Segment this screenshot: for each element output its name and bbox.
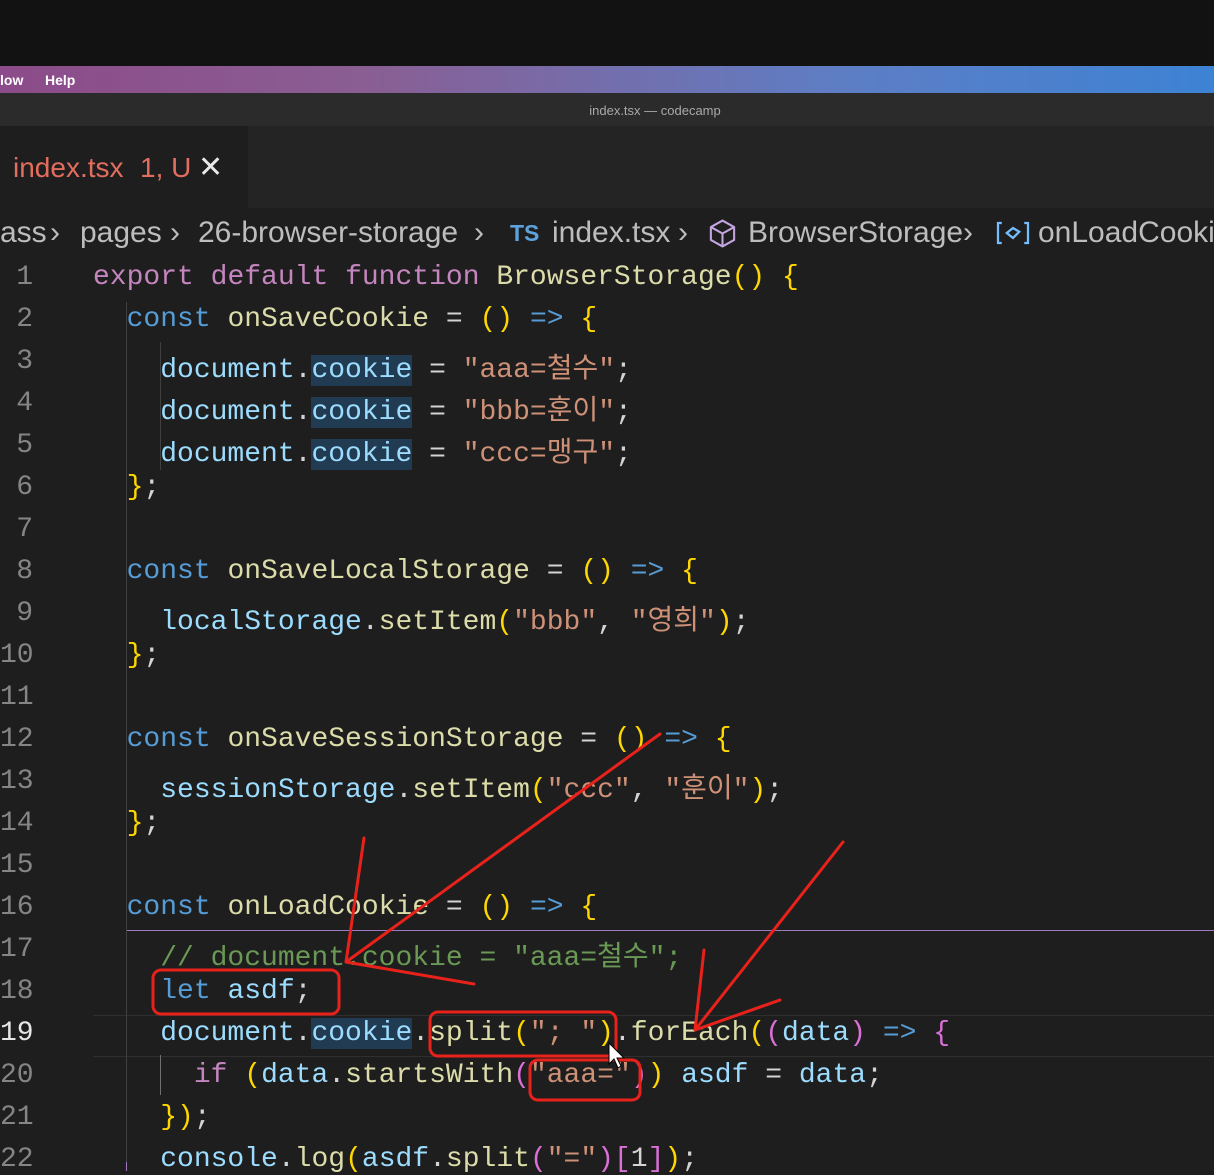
breadcrumb: ass › pages › 26-browser-storage › TS in… <box>0 208 1214 260</box>
breadcrumb-item-function[interactable]: BrowserStorage <box>748 216 963 250</box>
chevron-right-icon: › <box>678 216 688 249</box>
code-line[interactable]: document.cookie = "bbb=훈이"; <box>93 388 632 428</box>
breadcrumb-item-folder[interactable]: 26-browser-storage <box>198 216 458 250</box>
line-number: 9 <box>16 598 33 629</box>
line-number: 8 <box>16 556 33 587</box>
code-line[interactable]: if (data.startsWith("aaa=")) asdf = data… <box>93 1060 883 1091</box>
line-number-active: 19 <box>0 1018 34 1049</box>
typescript-file-icon: TS <box>510 220 540 246</box>
code-line[interactable]: export default function BrowserStorage()… <box>93 262 799 293</box>
tab-status-badge: 1, U <box>140 152 192 183</box>
breadcrumb-item-pages[interactable]: pages <box>80 216 162 250</box>
window-title: index.tsx — codecamp <box>589 103 721 118</box>
line-number: 3 <box>16 346 33 377</box>
code-line[interactable]: const onLoadCookie = () => { <box>93 892 598 923</box>
line-number: 2 <box>16 304 33 335</box>
line-number: 4 <box>16 388 33 419</box>
chevron-right-icon: › <box>50 216 60 249</box>
code-line[interactable]: sessionStorage.setItem("ccc", "훈이"); <box>93 766 783 806</box>
code-line[interactable]: const onSaveLocalStorage = () => { <box>93 556 698 587</box>
breadcrumb-item-variable[interactable]: onLoadCooki <box>1038 216 1214 250</box>
code-line[interactable]: const onSaveCookie = () => { <box>93 304 598 335</box>
line-number: 21 <box>0 1102 34 1133</box>
code-line[interactable]: document.cookie = "ccc=맹구"; <box>93 430 632 470</box>
code-editor[interactable]: 1 2 3 4 5 6 7 8 9 10 11 12 13 14 15 16 1… <box>0 260 1214 1175</box>
line-number: 14 <box>0 808 34 839</box>
close-icon[interactable]: ✕ <box>198 150 223 185</box>
cube-icon <box>707 218 738 257</box>
title-bar: index.tsx — codecamp <box>0 93 1214 126</box>
tab-file-name: index.tsx <box>13 152 124 183</box>
chevron-right-icon: › <box>474 216 484 249</box>
line-number: 1 <box>16 262 33 293</box>
field-icon <box>995 218 1031 256</box>
tab-bar: index.tsx 1, U ✕ <box>0 126 1214 208</box>
tab-index-tsx[interactable]: index.tsx 1, U ✕ <box>0 126 248 208</box>
code-line[interactable]: // document.cookie = "aaa=철수"; <box>93 934 682 974</box>
code-line[interactable]: }); <box>93 1102 210 1133</box>
line-number: 5 <box>16 430 33 461</box>
chevron-right-icon: › <box>170 216 180 249</box>
code-line[interactable]: let asdf; <box>93 976 311 1007</box>
line-number: 20 <box>0 1060 34 1091</box>
top-black-bar <box>0 0 1214 66</box>
line-number: 7 <box>16 514 33 545</box>
line-number: 17 <box>0 934 34 965</box>
code-line[interactable]: console.log(asdf.split("=")[1]); <box>93 1144 698 1175</box>
line-number: 16 <box>0 892 34 923</box>
line-number: 12 <box>0 724 34 755</box>
breadcrumb-item-class[interactable]: ass <box>0 216 47 250</box>
code-line[interactable]: }; <box>93 640 161 671</box>
chevron-right-icon: › <box>963 216 973 249</box>
line-number: 22 <box>0 1144 34 1175</box>
code-line[interactable]: }; <box>93 808 161 839</box>
code-line[interactable]: localStorage.setItem("bbb", "영희"); <box>93 598 749 638</box>
line-number: 6 <box>16 472 33 503</box>
line-number: 13 <box>0 766 34 797</box>
line-number: 11 <box>0 682 34 713</box>
code-line[interactable]: document.cookie.split("; ").forEach((dat… <box>93 1018 950 1049</box>
line-number: 15 <box>0 850 34 881</box>
code-line[interactable]: document.cookie = "aaa=철수"; <box>93 346 632 386</box>
code-line[interactable]: }; <box>93 472 161 503</box>
menu-item-help[interactable]: Help <box>45 72 75 88</box>
line-number: 18 <box>0 976 34 1007</box>
menu-item-window[interactable]: low <box>0 72 23 88</box>
breadcrumb-item-file[interactable]: index.tsx <box>552 216 670 250</box>
code-line[interactable]: const onSaveSessionStorage = () => { <box>93 724 732 755</box>
line-number: 10 <box>0 640 34 671</box>
menu-bar: low Help <box>0 66 1214 93</box>
